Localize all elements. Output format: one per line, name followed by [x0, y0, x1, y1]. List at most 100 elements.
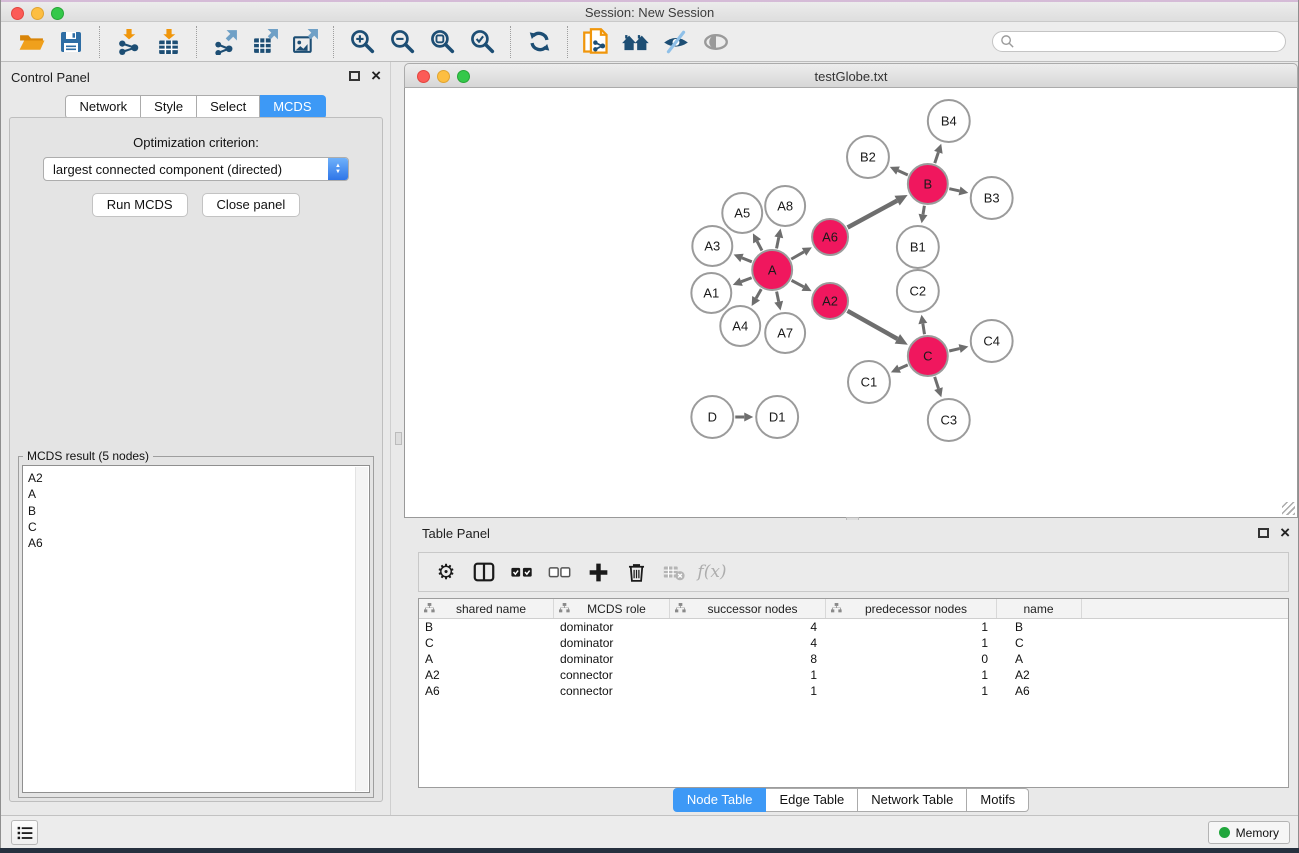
result-item[interactable]: C: [28, 519, 369, 535]
graph-node-D1[interactable]: D1: [756, 396, 798, 438]
float-panel-icon[interactable]: [349, 71, 360, 81]
graph-edge-A6-B[interactable]: [848, 201, 898, 228]
export-table-icon[interactable]: [250, 27, 280, 57]
graph-edge-C-C1[interactable]: [899, 365, 908, 369]
graph-edge-A-A2[interactable]: [792, 280, 804, 286]
table-cell[interactable]: 1: [670, 683, 826, 699]
table-cell[interactable]: B: [997, 619, 1082, 635]
table-cell[interactable]: 4: [670, 619, 826, 635]
memory-button[interactable]: Memory: [1208, 821, 1290, 844]
table-row[interactable]: Cdominator41C: [419, 635, 1288, 651]
table-cell[interactable]: dominator: [554, 651, 670, 667]
tab-select[interactable]: Select: [197, 95, 260, 119]
show-graphics-eye-icon[interactable]: [701, 27, 731, 57]
table-cell[interactable]: connector: [554, 683, 670, 699]
graph-node-C1[interactable]: C1: [848, 361, 890, 403]
graph-edge-B-B1[interactable]: [923, 206, 924, 215]
table-cell[interactable]: A2: [997, 667, 1082, 683]
table-cell[interactable]: 1: [670, 667, 826, 683]
search-box[interactable]: [992, 31, 1286, 52]
graph-node-B[interactable]: B: [908, 164, 948, 204]
network-canvas[interactable]: B4B2BB3A5A8A6A3B1AA1C2A2A4A7CC4C1C3DD1: [404, 88, 1298, 518]
float-panel-icon[interactable]: [1258, 528, 1269, 538]
criterion-select[interactable]: largest connected component (directed) ▲…: [43, 157, 349, 181]
settings-gear-icon[interactable]: ⚙: [431, 558, 461, 586]
resize-grip-icon[interactable]: [1282, 502, 1295, 515]
graph-node-C4[interactable]: C4: [971, 320, 1013, 362]
graph-node-A1[interactable]: A1: [691, 273, 731, 313]
tab-network[interactable]: Network: [65, 95, 141, 119]
table-cell[interactable]: connector: [554, 667, 670, 683]
tab-motifs[interactable]: Motifs: [967, 788, 1029, 812]
table-cell[interactable]: A6: [997, 683, 1082, 699]
table-cell[interactable]: dominator: [554, 619, 670, 635]
add-column-icon[interactable]: [583, 558, 613, 586]
tab-node-table[interactable]: Node Table: [673, 788, 767, 812]
graph-edge-A-A5[interactable]: [757, 241, 762, 250]
result-item[interactable]: B: [28, 503, 369, 519]
graph-node-B1[interactable]: B1: [897, 226, 939, 268]
zoom-in-icon[interactable]: [347, 27, 377, 57]
tab-style[interactable]: Style: [141, 95, 197, 119]
graph-node-C[interactable]: C: [908, 336, 948, 376]
table-cell[interactable]: A: [997, 651, 1082, 667]
graph-node-C2[interactable]: C2: [897, 270, 939, 312]
save-session-icon[interactable]: [56, 27, 86, 57]
delete-columns-trash-icon[interactable]: [621, 558, 651, 586]
show-columns-icon[interactable]: [469, 558, 499, 586]
graph-node-A5[interactable]: A5: [722, 193, 762, 233]
table-cell[interactable]: C: [997, 635, 1082, 651]
graph-node-B4[interactable]: B4: [928, 100, 970, 142]
column-header[interactable]: MCDS role: [554, 599, 670, 618]
graph-edge-B-B2[interactable]: [898, 171, 908, 175]
table-cell[interactable]: 1: [826, 635, 997, 651]
import-network-icon[interactable]: [113, 27, 143, 57]
table-cell[interactable]: 1: [826, 667, 997, 683]
table-cell[interactable]: A6: [419, 683, 554, 699]
table-cell[interactable]: 1: [826, 619, 997, 635]
column-header[interactable]: shared name: [419, 599, 554, 618]
graph-node-D[interactable]: D: [691, 396, 733, 438]
zoom-out-icon[interactable]: [387, 27, 417, 57]
graph-edge-A-A6[interactable]: [791, 252, 804, 259]
graph-node-A4[interactable]: A4: [720, 306, 760, 346]
export-image-icon[interactable]: [290, 27, 320, 57]
tab-mcds[interactable]: MCDS: [260, 95, 325, 119]
graph-edge-B-B3[interactable]: [949, 189, 959, 191]
table-row[interactable]: Adominator80A: [419, 651, 1288, 667]
column-header[interactable]: predecessor nodes: [826, 599, 997, 618]
graph-node-A3[interactable]: A3: [692, 226, 732, 266]
split-divider-handle[interactable]: [395, 432, 402, 445]
table-cell[interactable]: A: [419, 651, 554, 667]
graph-edge-C-C4[interactable]: [949, 349, 959, 351]
tab-edge-table[interactable]: Edge Table: [766, 788, 858, 812]
result-item[interactable]: A6: [28, 535, 369, 551]
table-cell[interactable]: A2: [419, 667, 554, 683]
close-panel-button[interactable]: Close panel: [202, 193, 301, 217]
table-cell[interactable]: C: [419, 635, 554, 651]
graph-edge-C-C3[interactable]: [935, 377, 939, 389]
zoom-fit-icon[interactable]: [427, 27, 457, 57]
table-cell[interactable]: 8: [670, 651, 826, 667]
network-window-titlebar[interactable]: testGlobe.txt: [404, 63, 1298, 88]
table-cell[interactable]: 1: [826, 683, 997, 699]
result-item[interactable]: A: [28, 486, 369, 502]
table-cell[interactable]: dominator: [554, 635, 670, 651]
clone-network-icon[interactable]: [581, 27, 611, 57]
result-item[interactable]: A2: [28, 470, 369, 486]
export-network-icon[interactable]: [210, 27, 240, 57]
graph-node-C3[interactable]: C3: [928, 399, 970, 441]
open-file-icon[interactable]: [16, 27, 46, 57]
table-row[interactable]: A2connector11A2: [419, 667, 1288, 683]
tab-network-table[interactable]: Network Table: [858, 788, 967, 812]
deselect-all-checkboxes-icon[interactable]: [545, 558, 575, 586]
graph-edge-A-A1[interactable]: [741, 278, 751, 282]
task-history-button[interactable]: [11, 820, 38, 845]
graph-node-B2[interactable]: B2: [847, 136, 889, 178]
graph-edge-C-C2[interactable]: [923, 324, 925, 335]
graph-edge-A2-C[interactable]: [847, 311, 897, 339]
graph-edge-A-A4[interactable]: [756, 289, 761, 298]
graph-node-B3[interactable]: B3: [971, 177, 1013, 219]
close-panel-icon[interactable]: ×: [371, 70, 381, 82]
graph-edge-A-A7[interactable]: [777, 292, 779, 302]
